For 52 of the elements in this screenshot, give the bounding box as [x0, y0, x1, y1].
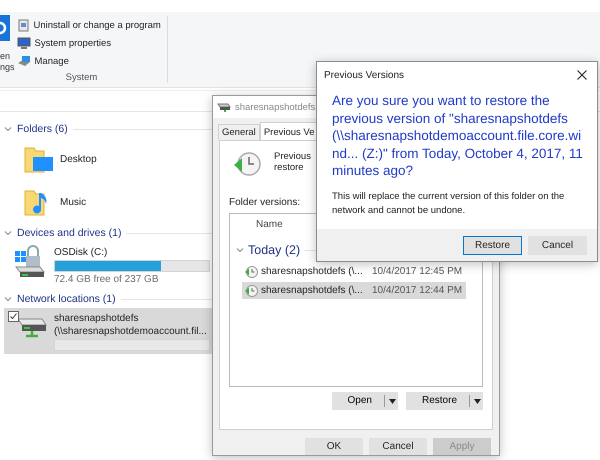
ribbon-command[interactable]: Uninstall or change a program	[34, 20, 161, 30]
description-text: Previous	[274, 151, 311, 162]
drive-path: (\\sharesnapshotdemoaccount.fil...	[54, 326, 208, 337]
warning-text: This will replace the current version of this folder on the network and cannot be undone.	[331, 190, 566, 218]
drive-tile[interactable]: sharesnapshotdefs (\\sharesnapshotdemoaccount.fil...	[4, 308, 214, 354]
window-title: sharesnapshotdefs	[235, 102, 316, 112]
version-date: 10/4/2017 12:44 PM	[372, 285, 462, 296]
checkbox[interactable]	[8, 311, 19, 322]
group-header[interactable]: Devices and drives (1)	[17, 227, 122, 239]
network-drive-icon	[217, 102, 231, 112]
computer-icon	[16, 54, 31, 68]
group-header[interactable]: Network locations (1)	[17, 293, 116, 305]
list-label: Folder versions:	[229, 197, 300, 208]
caret-icon[interactable]	[474, 398, 481, 404]
ribbon-command[interactable]: Manage	[34, 56, 69, 66]
column-header[interactable]: Name	[230, 214, 283, 235]
version-name: sharesnapshotdefs (\...	[261, 285, 364, 296]
caret-icon[interactable]	[388, 398, 396, 404]
ribbon-command[interactable]: System properties	[34, 38, 112, 48]
program-icon	[16, 18, 30, 32]
split-button[interactable]: Open	[332, 392, 398, 410]
chevron-icon[interactable]	[4, 125, 12, 133]
chevron-icon[interactable]	[4, 295, 12, 303]
button-label[interactable]: ngs	[0, 62, 15, 73]
split-button[interactable]: Restore	[406, 392, 483, 410]
dialog-button[interactable]: Cancel	[528, 236, 587, 254]
button-label[interactable]: en	[0, 51, 15, 62]
version-row[interactable]: sharesnapshotdefs (\... 10/4/2017 12:44 PM	[242, 282, 466, 299]
dialog-button[interactable]: OK	[305, 438, 363, 455]
drive-name: OSDisk (C:)	[54, 247, 108, 258]
drive-name: sharesnapshotdefs	[54, 313, 140, 324]
tab[interactable]: Previous Ve	[260, 122, 319, 141]
group-label: System	[64, 72, 98, 83]
folder-name[interactable]: Music	[60, 197, 86, 208]
dialog-title: Previous Versions	[324, 70, 404, 80]
group-header[interactable]: Today (2)	[248, 243, 300, 257]
free-space-text: 72.4 GB free of 237 GB	[54, 274, 160, 285]
version-date: 10/4/2017 12:45 PM	[372, 266, 462, 277]
folder-name[interactable]: Desktop	[60, 154, 97, 165]
description-text: restore	[274, 162, 305, 173]
group-header[interactable]: Folders (6)	[17, 123, 68, 135]
confirm-question: Are you sure you want to restore the previous version of "sharesnapshotdefs (\\sharesnapshotdemoaccount.file.core.wind... (Z:)" from Today, October 4, 2017, 11 minutes ago?	[331, 92, 584, 180]
version-row[interactable]: sharesnapshotdefs (\... 10/4/2017 12:45 PM	[242, 263, 466, 280]
dialog-button[interactable]: Restore	[463, 236, 522, 254]
chevron-icon[interactable]	[4, 229, 12, 237]
drive-tile[interactable]: OSDisk (C:) 72.4 GB free of 237 GB	[4, 242, 214, 288]
computer-icon	[16, 36, 31, 50]
close-icon[interactable]	[577, 70, 587, 80]
dialog-button[interactable]: Cancel	[369, 438, 427, 455]
chevron-icon[interactable]	[236, 246, 244, 254]
version-name: sharesnapshotdefs (\...	[261, 266, 364, 277]
tab[interactable]: General	[218, 124, 260, 140]
